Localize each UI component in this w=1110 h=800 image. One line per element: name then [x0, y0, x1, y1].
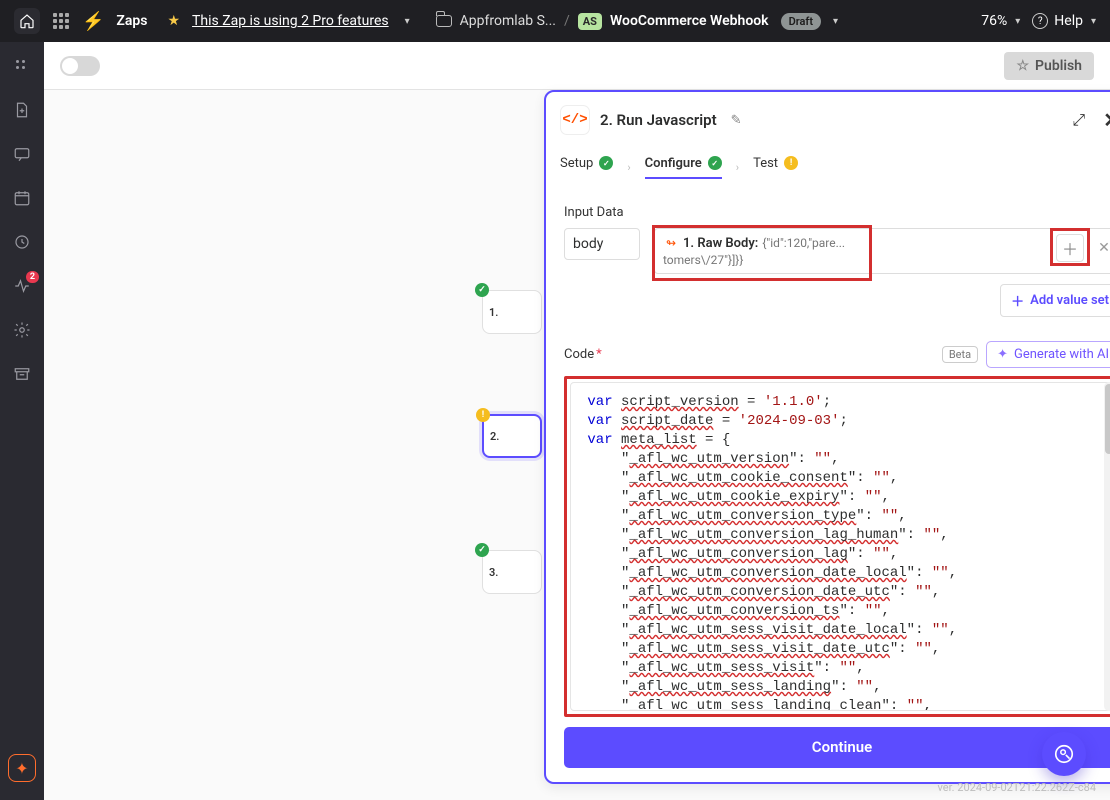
clock-icon[interactable]	[12, 232, 32, 252]
add-value-set-label: Add value set	[1030, 293, 1109, 308]
zoom-control[interactable]: 76% ▾	[981, 13, 1020, 29]
warning-icon	[784, 156, 798, 170]
input-data-value[interactable]: ↬ 1. Raw Body: {"id":120,"pare... tomers…	[654, 228, 1110, 274]
folder-name[interactable]: Appfromlab S...	[460, 13, 556, 29]
bolt-icon: ⚡	[82, 11, 104, 32]
check-icon	[475, 543, 489, 557]
panel-header: </> 2. Run Javascript ✎ ⤢ ✕	[546, 92, 1110, 149]
tab-label: Test	[753, 156, 778, 171]
add-field-button[interactable]: ＋	[1056, 234, 1084, 262]
subbar: ☆ Publish	[44, 42, 1110, 90]
input-data-key-value: body	[573, 236, 603, 252]
input-data-label: Input Data	[564, 205, 1110, 220]
code-icon: </>	[560, 105, 590, 135]
panel-title: 2. Run Javascript	[600, 111, 717, 129]
warning-icon	[476, 408, 490, 422]
input-data-key[interactable]: body	[564, 228, 640, 260]
step-tabs: Setup › Configure › Test	[546, 149, 1110, 185]
ai-sparkle-icon[interactable]: ✦	[8, 754, 36, 782]
step-card-1[interactable]: 1.	[482, 290, 542, 334]
raw-body-label: 1. Raw Body:	[683, 236, 758, 251]
activity-icon[interactable]: 2	[12, 276, 32, 296]
step-editor-panel: </> 2. Run Javascript ✎ ⤢ ✕ Setup › Conf…	[544, 90, 1110, 784]
pencil-icon[interactable]: ✎	[731, 113, 742, 128]
gear-icon[interactable]	[12, 320, 32, 340]
tab-configure[interactable]: Configure	[645, 156, 722, 179]
clear-field-button[interactable]: ✕	[1090, 234, 1110, 262]
chevron-down-icon: ▾	[1015, 16, 1020, 27]
panel-body: Input Data body ↬ 1. Raw Body: {"id":120…	[546, 185, 1110, 782]
pro-features-link[interactable]: This Zap is using 2 Pro features	[192, 13, 389, 29]
zaps-label[interactable]: Zaps	[116, 13, 147, 29]
breadcrumb-slash: /	[564, 13, 570, 29]
tab-setup[interactable]: Setup	[560, 156, 613, 179]
help-label: Help	[1054, 13, 1083, 29]
publish-button[interactable]: ☆ Publish	[1004, 52, 1094, 80]
expand-icon[interactable]: ⤢	[1068, 106, 1089, 134]
check-icon	[708, 156, 722, 170]
chat-icon[interactable]	[12, 144, 32, 164]
raw-body-preview-line2: tomers\/27"}]}}	[663, 253, 1085, 267]
scrollbar[interactable]	[1104, 382, 1110, 711]
canvas: 1. 2. 3. </> 2. Run Javascript ✎ ⤢ ✕ Set…	[44, 90, 1110, 800]
archive-icon[interactable]	[12, 364, 32, 384]
star-icon: ★	[167, 13, 180, 29]
check-icon	[475, 283, 489, 297]
step-card-index: 2.	[490, 430, 534, 443]
step-card-2[interactable]: 2.	[482, 414, 542, 458]
beta-badge: Beta	[942, 346, 978, 363]
plus-icon: ＋	[1011, 291, 1024, 310]
left-rail: 2 ✦	[0, 42, 44, 800]
star-icon: ☆	[1016, 58, 1029, 74]
breadcrumb: Appfromlab S... / AS WooCommerce Webhook…	[428, 13, 838, 30]
notification-badge: 2	[26, 271, 39, 283]
continue-button[interactable]: Continue	[564, 727, 1110, 768]
help-icon: ?	[1032, 13, 1048, 29]
account-badge: AS	[578, 13, 602, 30]
zoom-value: 76%	[981, 13, 1007, 29]
sparkle-icon: ✦	[997, 347, 1008, 362]
topbar: ⚡ Zaps ★ This Zap is using 2 Pro feature…	[0, 0, 1110, 42]
zap-toggle[interactable]	[60, 56, 100, 76]
help-fab[interactable]	[1042, 732, 1086, 776]
code-label: Code*	[564, 347, 602, 362]
calendar-icon[interactable]	[12, 188, 32, 208]
chevron-right-icon: ›	[736, 161, 739, 174]
version-text: ver. 2024-09-02T21:22.262Z-c84	[938, 781, 1096, 794]
continue-label: Continue	[812, 738, 872, 756]
apps-grid-icon[interactable]	[52, 12, 70, 30]
raw-body-preview: {"id":120,"pare...	[762, 236, 845, 250]
code-editor[interactable]: var script_version = '1.1.0'; var script…	[564, 376, 1110, 717]
home-icon[interactable]	[14, 8, 40, 34]
status-badge: Draft	[781, 13, 821, 30]
add-value-set-button[interactable]: ＋ Add value set	[1000, 284, 1110, 317]
step-card-3[interactable]: 3.	[482, 550, 542, 594]
generate-with-ai-label: Generate with AI	[1014, 347, 1109, 362]
chevron-down-icon[interactable]: ▾	[405, 16, 410, 27]
step-card-index: 1.	[489, 306, 535, 319]
close-icon[interactable]: ✕	[1099, 104, 1110, 136]
step-card-index: 3.	[489, 566, 535, 579]
file-plus-icon[interactable]	[12, 100, 32, 120]
chevron-down-icon[interactable]: ▾	[833, 16, 838, 27]
help-menu[interactable]: ? Help ▾	[1032, 13, 1096, 29]
webhook-icon: ↬	[663, 235, 679, 251]
chevron-down-icon: ▾	[1091, 16, 1096, 27]
tab-label: Setup	[560, 156, 593, 171]
generate-with-ai-button[interactable]: ✦ Generate with AI	[986, 341, 1110, 368]
dashboard-icon[interactable]	[12, 56, 32, 76]
zap-title[interactable]: WooCommerce Webhook	[610, 13, 769, 29]
check-icon	[599, 156, 613, 170]
chevron-right-icon: ›	[627, 161, 630, 174]
tab-test[interactable]: Test	[753, 156, 798, 179]
tab-label: Configure	[645, 156, 702, 171]
folder-icon	[436, 15, 452, 27]
publish-label: Publish	[1035, 58, 1082, 74]
